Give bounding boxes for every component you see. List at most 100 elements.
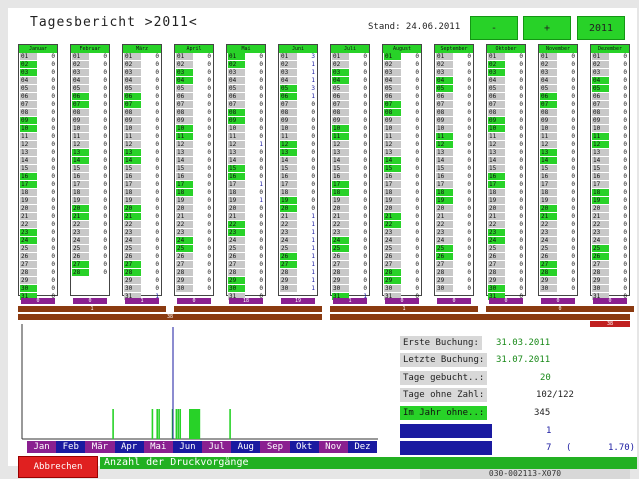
day-row[interactable]: 16 0 bbox=[539, 173, 577, 181]
day-row[interactable]: 07 0 bbox=[435, 101, 473, 109]
day-row[interactable]: 17 0 bbox=[19, 181, 57, 189]
day-row[interactable]: 01 0 bbox=[175, 53, 213, 61]
day-row[interactable]: 27 0 bbox=[435, 261, 473, 269]
day-row[interactable]: 02 0 bbox=[487, 61, 525, 69]
day-row[interactable]: 26 0 bbox=[539, 253, 577, 261]
day-row[interactable]: 01 0 bbox=[539, 53, 577, 61]
day-row[interactable]: 12 0 bbox=[279, 141, 317, 149]
day-row[interactable]: 06 0 bbox=[539, 93, 577, 101]
day-row[interactable]: 17 0 bbox=[435, 181, 473, 189]
day-row[interactable]: 01 0 bbox=[487, 53, 525, 61]
day-row[interactable]: 23 0 bbox=[123, 229, 161, 237]
day-row[interactable]: 21 1 bbox=[279, 213, 317, 221]
day-row[interactable]: 11 0 bbox=[591, 133, 629, 141]
day-row[interactable]: 26 0 bbox=[19, 253, 57, 261]
day-row[interactable]: 13 0 bbox=[591, 149, 629, 157]
day-row[interactable]: 16 0 bbox=[71, 173, 109, 181]
day-row[interactable]: 05 0 bbox=[71, 85, 109, 93]
day-row[interactable]: 30 0 bbox=[227, 285, 265, 293]
day-row[interactable]: 24 0 bbox=[331, 237, 369, 245]
day-row[interactable]: 22 0 bbox=[123, 221, 161, 229]
day-row[interactable]: 23 0 bbox=[331, 229, 369, 237]
day-row[interactable]: 13 0 bbox=[383, 149, 421, 157]
day-row[interactable]: 08 0 bbox=[591, 109, 629, 117]
day-row[interactable]: 22 1 bbox=[279, 221, 317, 229]
day-row[interactable]: 16 0 bbox=[435, 173, 473, 181]
day-row[interactable]: 03 1 bbox=[279, 69, 317, 77]
previous-year-button[interactable]: - bbox=[470, 16, 518, 40]
day-row[interactable]: 13 0 bbox=[435, 149, 473, 157]
day-row[interactable]: 13 0 bbox=[227, 149, 265, 157]
day-row[interactable]: 11 0 bbox=[123, 133, 161, 141]
day-row[interactable]: 15 0 bbox=[591, 165, 629, 173]
day-row[interactable]: 15 0 bbox=[435, 165, 473, 173]
day-row[interactable]: 08 0 bbox=[539, 109, 577, 117]
day-row[interactable]: 14 0 bbox=[279, 157, 317, 165]
day-row[interactable]: 07 0 bbox=[539, 101, 577, 109]
day-row[interactable]: 21 0 bbox=[71, 213, 109, 221]
day-row[interactable]: 09 0 bbox=[539, 117, 577, 125]
day-row[interactable]: 22 0 bbox=[487, 221, 525, 229]
day-row[interactable]: 30 0 bbox=[175, 285, 213, 293]
day-row[interactable]: 19 0 bbox=[435, 197, 473, 205]
day-row[interactable]: 11 0 bbox=[383, 133, 421, 141]
day-row[interactable]: 06 0 bbox=[487, 93, 525, 101]
day-row[interactable]: 08 0 bbox=[331, 109, 369, 117]
day-row[interactable]: 05 0 bbox=[383, 85, 421, 93]
day-row[interactable]: 13 0 bbox=[279, 149, 317, 157]
day-row[interactable]: 04 0 bbox=[539, 77, 577, 85]
day-row[interactable]: 05 0 bbox=[227, 85, 265, 93]
day-row[interactable]: 19 0 bbox=[539, 197, 577, 205]
day-row[interactable]: 08 0 bbox=[19, 109, 57, 117]
day-row[interactable]: 12 0 bbox=[539, 141, 577, 149]
day-row[interactable]: 08 0 bbox=[227, 109, 265, 117]
day-row[interactable]: 22 0 bbox=[175, 221, 213, 229]
day-row[interactable]: 23 0 bbox=[19, 229, 57, 237]
day-row[interactable]: 11 0 bbox=[227, 133, 265, 141]
day-row[interactable]: 06 0 bbox=[123, 93, 161, 101]
day-row[interactable]: 01 0 bbox=[227, 53, 265, 61]
day-row[interactable]: 26 0 bbox=[383, 253, 421, 261]
day-row[interactable]: 30 0 bbox=[435, 285, 473, 293]
day-row[interactable]: 17 0 bbox=[331, 181, 369, 189]
day-row[interactable]: 07 0 bbox=[175, 101, 213, 109]
day-row[interactable]: 07 0 bbox=[227, 101, 265, 109]
day-row[interactable]: 19 0 bbox=[175, 197, 213, 205]
day-row[interactable]: 21 0 bbox=[383, 213, 421, 221]
day-row[interactable]: 17 0 bbox=[71, 181, 109, 189]
day-row[interactable]: 18 0 bbox=[383, 189, 421, 197]
day-row[interactable]: 02 0 bbox=[591, 61, 629, 69]
day-row[interactable]: 28 0 bbox=[331, 269, 369, 277]
day-row[interactable]: 12 0 bbox=[19, 141, 57, 149]
day-row[interactable]: 21 0 bbox=[175, 213, 213, 221]
day-row[interactable]: 19 0 bbox=[123, 197, 161, 205]
day-row[interactable]: 30 0 bbox=[383, 285, 421, 293]
day-row[interactable]: 09 0 bbox=[227, 117, 265, 125]
day-row[interactable]: 18 0 bbox=[591, 189, 629, 197]
day-row[interactable]: 12 0 bbox=[435, 141, 473, 149]
day-row[interactable]: 01 0 bbox=[435, 53, 473, 61]
day-row[interactable]: 06 0 bbox=[71, 93, 109, 101]
day-row[interactable]: 02 0 bbox=[539, 61, 577, 69]
day-row[interactable]: 04 0 bbox=[435, 77, 473, 85]
day-row[interactable]: 20 0 bbox=[279, 205, 317, 213]
day-row[interactable]: 23 0 bbox=[487, 229, 525, 237]
day-row[interactable]: 09 0 bbox=[331, 117, 369, 125]
day-row[interactable]: 29 0 bbox=[539, 277, 577, 285]
day-row[interactable]: 14 0 bbox=[19, 157, 57, 165]
day-row[interactable]: 06 1 bbox=[279, 93, 317, 101]
day-row[interactable]: 14 0 bbox=[331, 157, 369, 165]
day-row[interactable]: 04 0 bbox=[71, 77, 109, 85]
day-row[interactable]: 21 0 bbox=[123, 213, 161, 221]
day-row[interactable]: 16 0 bbox=[175, 173, 213, 181]
day-row[interactable]: 14 0 bbox=[383, 157, 421, 165]
day-row[interactable]: 14 0 bbox=[487, 157, 525, 165]
day-row[interactable]: 03 0 bbox=[383, 69, 421, 77]
day-row[interactable]: 10 0 bbox=[331, 125, 369, 133]
day-row[interactable]: 26 1 bbox=[279, 253, 317, 261]
day-row[interactable]: 25 0 bbox=[487, 245, 525, 253]
day-row[interactable]: 09 0 bbox=[71, 117, 109, 125]
day-row[interactable]: 23 0 bbox=[227, 229, 265, 237]
day-row[interactable]: 03 0 bbox=[487, 69, 525, 77]
day-row[interactable]: 18 0 bbox=[19, 189, 57, 197]
